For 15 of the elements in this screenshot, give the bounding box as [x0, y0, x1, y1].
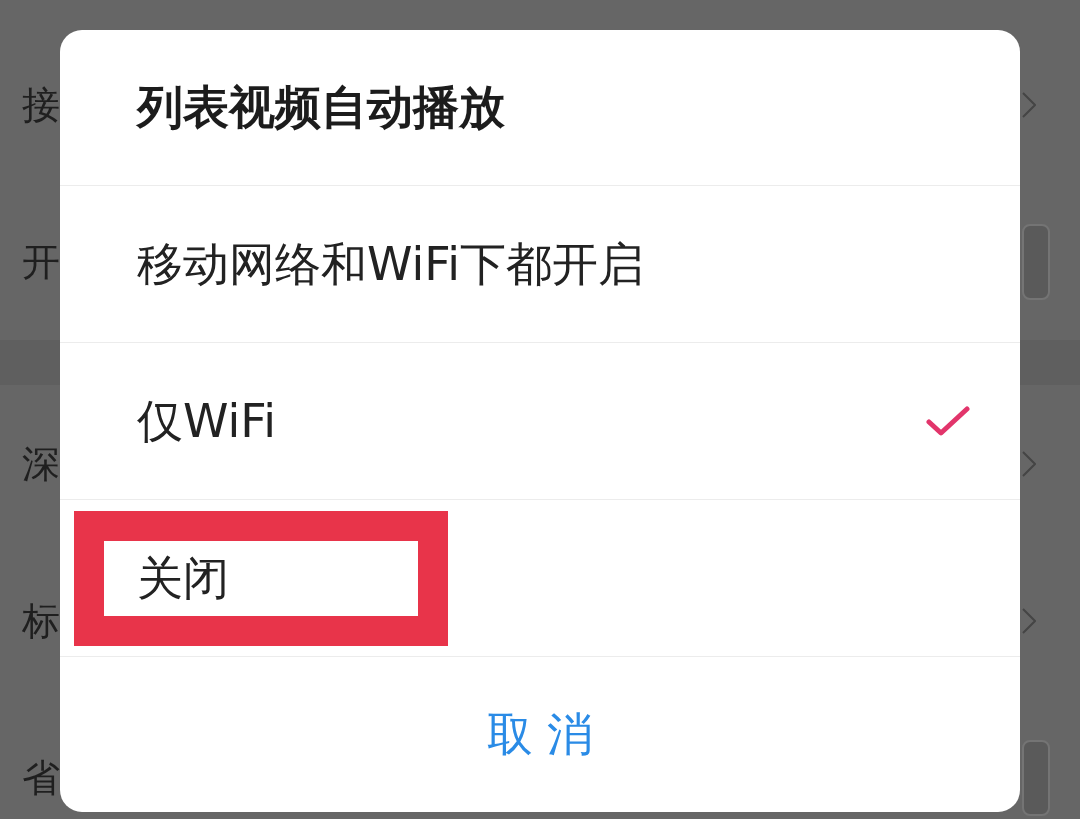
option-item[interactable]: 仅WiFi: [60, 343, 1020, 499]
setting-label: 标: [22, 601, 60, 640]
setting-label: 深: [22, 444, 60, 483]
toggle-switch[interactable]: [1022, 739, 1050, 816]
chevron-right-icon: [1022, 607, 1036, 634]
setting-label: 接: [22, 85, 60, 124]
chevron-right-icon: [1022, 450, 1036, 477]
option-item[interactable]: 移动网络和WiFi下都开启: [60, 186, 1020, 342]
setting-label: 省: [22, 758, 60, 797]
setting-label: 开: [22, 242, 60, 281]
toggle-switch[interactable]: [1022, 223, 1050, 300]
chevron-right-icon: [1022, 91, 1036, 118]
option-item[interactable]: 关闭: [60, 500, 1020, 656]
dialog-title: 列表视频自动播放: [137, 82, 505, 133]
cancel-button[interactable]: 取 消: [486, 709, 594, 760]
